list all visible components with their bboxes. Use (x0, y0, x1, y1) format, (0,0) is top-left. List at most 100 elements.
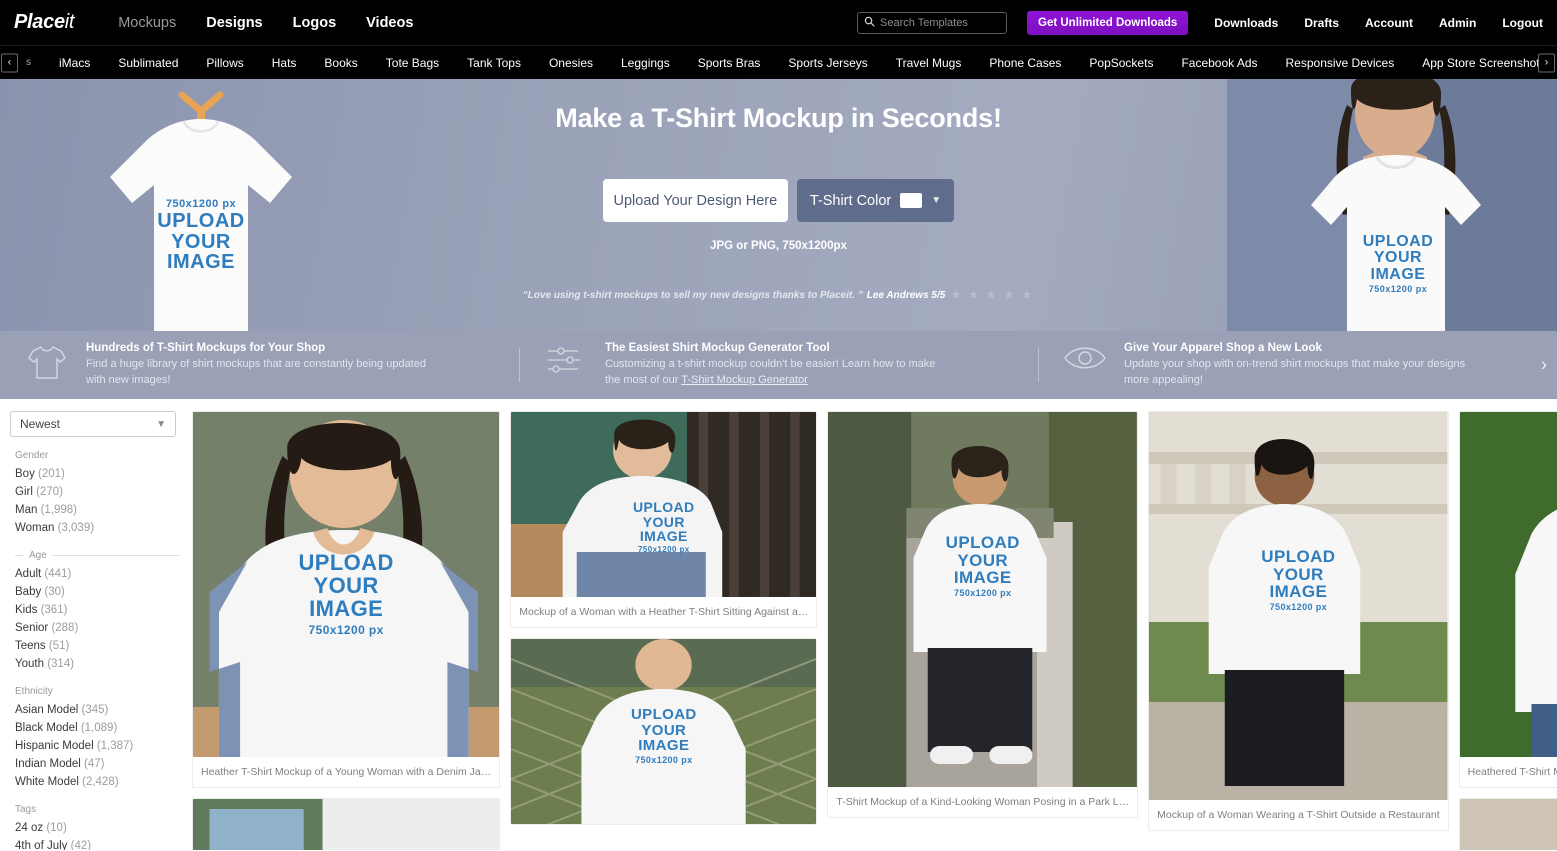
nav-link-drafts[interactable]: Drafts (1304, 16, 1339, 30)
nav-link-logos[interactable]: Logos (293, 15, 337, 31)
feature-next-arrow-icon[interactable]: › (1541, 355, 1547, 376)
nav-link-downloads[interactable]: Downloads (1214, 16, 1278, 30)
nav-right-group: Get Unlimited Downloads Downloads Drafts… (857, 10, 1557, 35)
gallery-card[interactable]: UPLOAD YOUR IMAGE 750x1200 px T-Shirt Mo… (827, 411, 1139, 818)
card-image (193, 799, 500, 850)
filter-option-teens[interactable]: Teens (51) (10, 637, 180, 655)
gallery-column: UPLOAD YOUR IMAGE 750x1200 px Mockup of … (510, 411, 818, 850)
category-link-sublimated[interactable]: Sublimated (118, 56, 178, 70)
category-link-onesies[interactable]: Onesies (549, 56, 593, 70)
category-link-tank-tops[interactable]: Tank Tops (467, 56, 521, 70)
filter-option-name: Black Model (15, 722, 81, 734)
tshirt-mockup-generator-link[interactable]: T-Shirt Mockup Generator (681, 374, 808, 386)
gallery-card[interactable]: UPLOAD YOUR IMAGE 750x1200 px Mockup of … (510, 411, 818, 628)
filter-option-white-model[interactable]: White Model (2,428) (10, 773, 180, 791)
filter-groups: Gender Boy (201) Girl (270) Man (1,998) Woma… (10, 450, 180, 850)
hero-testimonial: “Love using t-shirt mockups to sell my n… (0, 290, 1557, 301)
search-box[interactable] (857, 11, 1007, 34)
category-link-pillows[interactable]: Pillows (206, 56, 243, 70)
gallery-columns: UPLOAD YOUR IMAGE 750x1200 px Heather T-… (190, 411, 1557, 850)
filter-option-count: (10) (46, 822, 67, 834)
filter-option-name: 4th of July (15, 840, 71, 850)
feature-item-new-look: Give Your Apparel Shop a New Look Update… (1038, 342, 1557, 387)
filter-option-name: Kids (15, 604, 41, 616)
gallery-card[interactable] (1458, 798, 1557, 850)
card-image (1459, 799, 1557, 850)
filter-option-count: (1,089) (80, 722, 118, 734)
category-link-facebook-ads[interactable]: Facebook Ads (1181, 56, 1257, 70)
filter-option-count: (361) (40, 604, 68, 616)
filter-group-title: Tags (15, 804, 37, 815)
filter-option-24-oz[interactable]: 24 oz (10) (10, 819, 180, 837)
get-unlimited-downloads-button[interactable]: Get Unlimited Downloads (1027, 10, 1189, 35)
filter-option-woman[interactable]: Woman (3,039) (10, 519, 180, 537)
gallery-card[interactable] (192, 798, 501, 850)
content-area: Newest ▼ Gender Boy (201) Girl (270) Man (1… (0, 399, 1557, 850)
filter-option-name: 24 oz (15, 822, 47, 834)
filter-option-name: Baby (15, 586, 45, 598)
nav-link-account[interactable]: Account (1365, 16, 1413, 30)
sort-select[interactable]: Newest ▼ (10, 411, 176, 437)
category-link-books[interactable]: Books (324, 56, 357, 70)
card-caption: Mockup of a Woman with a Heather T-Shirt… (519, 606, 809, 618)
placeit-logo[interactable]: Placeit (14, 11, 75, 34)
filter-option-man[interactable]: Man (1,998) (10, 501, 180, 519)
category-link-app-store-screenshots[interactable]: App Store Screenshots (1422, 56, 1545, 70)
category-link-sports-bras[interactable]: Sports Bras (698, 56, 761, 70)
filter-option-4th-of-july[interactable]: 4th of July (42) (10, 837, 180, 850)
chevron-down-icon: ▼ (931, 195, 942, 206)
testimonial-quote: “Love using t-shirt mockups to sell my n… (522, 290, 863, 301)
filter-group-title: Ethnicity (15, 686, 53, 697)
card-caption: Heather T-Shirt Mockup of a Young Woman … (201, 766, 492, 778)
filter-option-name: White Model (15, 776, 83, 788)
category-link-sports-jerseys[interactable]: Sports Jerseys (788, 56, 867, 70)
feature-strip: Hundreds of T-Shirt Mockups for Your Sho… (0, 331, 1557, 399)
filter-option-boy[interactable]: Boy (201) (10, 465, 180, 483)
category-link-leggings[interactable]: Leggings (621, 56, 670, 70)
card-image: UPLOAD YOUR IMAGE 750x1200 px (828, 412, 1138, 787)
nav-link-admin[interactable]: Admin (1439, 16, 1476, 30)
filter-option-baby[interactable]: Baby (30) (10, 583, 180, 601)
nav-link-mockups[interactable]: Mockups (118, 15, 176, 31)
filter-option-name: Man (15, 504, 41, 516)
gallery-card[interactable]: UPLOAD YOUR IMAGE 750x1200 px Heather T-… (192, 411, 501, 788)
category-link-hats[interactable]: Hats (272, 56, 297, 70)
gallery-card[interactable]: UPLOAD YOUR IMAGE 750x1200 px (510, 638, 818, 825)
feature-text-block: The Easiest Shirt Mockup Generator Tool … (605, 342, 950, 387)
tshirt-color-swatch (900, 193, 923, 208)
top-navigation-bar: Placeit Mockups Designs Logos Videos Get… (0, 0, 1557, 45)
filter-option-youth[interactable]: Youth (314) (10, 655, 180, 673)
filter-option-adult[interactable]: Adult (441) (10, 565, 180, 583)
category-list: s iMacs Sublimated Pillows Hats Books Tote Ba… (0, 56, 1557, 70)
filter-option-hispanic-model[interactable]: Hispanic Model (1,387) (10, 737, 180, 755)
hero-model-shirt-line2: YOUR (1373, 249, 1423, 267)
gallery-card[interactable]: UPLOAD YOUR IMAGE 750x1200 px Heathered … (1458, 411, 1557, 788)
category-link-tote-bags[interactable]: Tote Bags (386, 56, 439, 70)
tshirt-icon (24, 342, 70, 382)
nav-link-videos[interactable]: Videos (366, 15, 413, 31)
filter-option-count: (51) (48, 640, 70, 652)
filter-option-black-model[interactable]: Black Model (1,089) (10, 719, 180, 737)
filter-option-kids[interactable]: Kids (361) (10, 601, 180, 619)
eye-icon (1062, 342, 1108, 374)
tshirt-color-button[interactable]: T-Shirt Color ▼ (796, 179, 955, 222)
upload-design-button[interactable]: Upload Your Design Here (602, 179, 788, 222)
nav-link-logout[interactable]: Logout (1502, 16, 1543, 30)
nav-link-designs[interactable]: Designs (206, 15, 262, 31)
category-prev-arrow-icon[interactable]: ‹ (1, 53, 18, 72)
card-image: UPLOAD YOUR IMAGE 750x1200 px (1459, 412, 1557, 757)
category-link-imacs[interactable]: iMacs (59, 56, 90, 70)
search-input[interactable] (880, 16, 1000, 29)
category-next-arrow-icon[interactable]: › (1538, 53, 1555, 72)
gallery-card[interactable]: UPLOAD YOUR IMAGE 750x1200 px Mockup of … (1148, 411, 1449, 831)
category-link-phone-cases[interactable]: Phone Cases (989, 56, 1061, 70)
category-link-travel-mugs[interactable]: Travel Mugs (896, 56, 962, 70)
filter-option-girl[interactable]: Girl (270) (10, 483, 180, 501)
filter-option-asian-model[interactable]: Asian Model (345) (10, 701, 180, 719)
filter-option-senior[interactable]: Senior (288) (10, 619, 180, 637)
category-navigation-bar: ‹ s iMacs Sublimated Pillows Hats Books Tote … (0, 45, 1557, 79)
rating-stars-icon: ★ ★ ★ ★ ★ (951, 290, 1035, 301)
filter-option-indian-model[interactable]: Indian Model (47) (10, 755, 180, 773)
category-link-popsockets[interactable]: PopSockets (1089, 56, 1153, 70)
category-link-responsive-devices[interactable]: Responsive Devices (1286, 56, 1395, 70)
